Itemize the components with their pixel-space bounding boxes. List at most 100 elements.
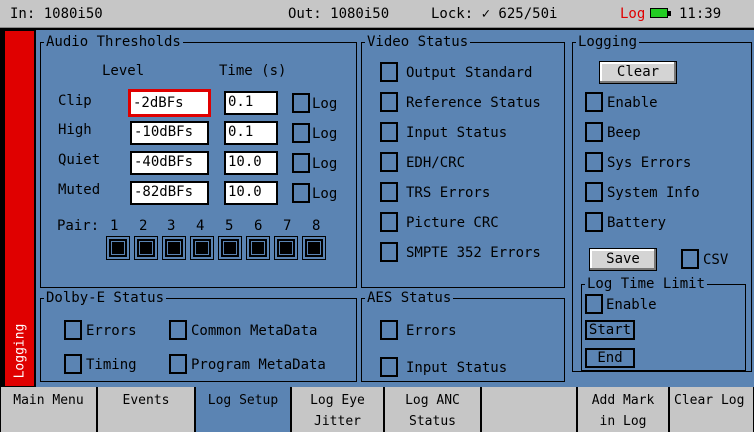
high-level-field[interactable]: -10dBFs [130,121,209,145]
smpte-352-errors-checkbox[interactable] [380,242,398,262]
quiet-time-field[interactable]: 10.0 [224,151,278,175]
sys-errors-checkbox[interactable] [585,152,603,172]
group-title: Log Time Limit [585,276,708,292]
row-label-muted: Muted [58,182,101,198]
pair-number: 1 [110,218,119,234]
save-button[interactable]: Save [589,248,657,271]
battery-icon [650,8,671,18]
checkbox-label: Errors [86,323,137,339]
high-log-checkbox[interactable] [292,123,310,143]
checkbox-label: Common MetaData [191,323,318,339]
menu-label-line2: in Log [599,414,647,429]
menu-label: Log ANC [405,393,460,408]
checkbox-label: Reference Status [406,95,541,111]
csv-checkbox[interactable] [681,249,699,269]
pair-1-select[interactable] [106,236,130,260]
muted-level-field[interactable]: -82dBFs [130,181,209,205]
checkbox-label: Input Status [406,125,508,141]
input-status-checkbox[interactable] [380,122,398,142]
clip-log-checkbox[interactable] [292,93,310,113]
bottom-menu: Main Menu Events Log Setup Log Eye Jitte… [0,387,754,432]
checkbox-label: Enable [606,297,657,313]
pair-5-select[interactable] [218,236,242,260]
lock-status: Lock: ✓ 625/50i [431,6,558,22]
menu-label-line2: Jitter [314,414,361,429]
menu-label: Events [122,393,170,408]
main-panel: Audio Thresholds Level Time (s) Clip -2d… [36,30,754,387]
menu-clear-log[interactable]: Clear Log [669,387,754,432]
checkbox-label: Errors [406,323,457,339]
pair-3-select[interactable] [162,236,186,260]
dolby-errors-checkbox[interactable] [64,320,82,340]
aes-status-group: AES Status Errors Input Status [361,290,565,382]
log-label: Log [312,156,338,172]
pair-6-select[interactable] [246,236,270,260]
checkbox-label: SMPTE 352 Errors [406,245,541,261]
muted-log-checkbox[interactable] [292,183,310,203]
high-time-field[interactable]: 0.1 [224,121,278,145]
pair-8-select[interactable] [302,236,326,260]
row-label-clip: Clip [58,93,92,109]
status-bar: In: 1080i50 Out: 1080i50 Lock: ✓ 625/50i… [0,0,754,28]
row-label-high: High [58,122,92,138]
menu-blank[interactable] [481,387,577,432]
group-title: Dolby-E Status [44,290,167,306]
common-metadata-checkbox[interactable] [169,320,187,340]
trs-errors-checkbox[interactable] [380,182,398,202]
quiet-log-checkbox[interactable] [292,153,310,173]
row-label-quiet: Quiet [58,152,101,168]
menu-label: Main Menu [13,393,84,408]
group-title: AES Status [365,290,454,306]
side-tab-logging[interactable]: Logging [4,30,35,387]
picture-crc-checkbox[interactable] [380,212,398,232]
audio-thresholds-group: Audio Thresholds Level Time (s) Clip -2d… [40,34,357,288]
checkbox-label: Enable [607,95,658,111]
clear-button[interactable]: Clear [599,61,677,84]
aes-errors-checkbox[interactable] [380,320,398,340]
pair-number: 4 [196,218,205,234]
time-limit-enable-checkbox[interactable] [585,294,603,314]
level-column-header: Level [102,63,145,79]
clip-time-field[interactable]: 0.1 [224,91,278,115]
pair-4-select[interactable] [190,236,214,260]
menu-events[interactable]: Events [97,387,195,432]
system-info-checkbox[interactable] [585,182,603,202]
quiet-level-field[interactable]: -40dBFs [130,151,209,175]
clock: 11:39 [679,6,722,22]
log-label: Log [312,96,338,112]
logging-enable-checkbox[interactable] [585,92,603,112]
pair-number: 5 [225,218,234,234]
menu-log-eye-jitter[interactable]: Log Eye Jitter [291,387,384,432]
menu-log-setup[interactable]: Log Setup [195,387,291,432]
menu-label: Log Setup [207,393,279,408]
checkbox-label: CSV [703,252,729,268]
input-standard: In: 1080i50 [10,6,103,22]
timing-checkbox[interactable] [64,354,82,374]
checkbox-label: TRS Errors [406,185,491,201]
beep-checkbox[interactable] [585,122,603,142]
edh-crc-checkbox[interactable] [380,152,398,172]
end-button[interactable]: End [585,348,635,368]
pair-2-select[interactable] [134,236,158,260]
menu-main-menu[interactable]: Main Menu [0,387,97,432]
side-tab-label: Logging [12,323,27,379]
battery-checkbox[interactable] [585,212,603,232]
aes-input-status-checkbox[interactable] [380,357,398,377]
reference-status-checkbox[interactable] [380,92,398,112]
time-column-header: Time (s) [219,63,287,79]
program-metadata-checkbox[interactable] [169,354,187,374]
menu-label: Clear Log [674,393,745,408]
output-standard-checkbox[interactable] [380,62,398,82]
pair-number: 3 [167,218,176,234]
pair-number: 7 [283,218,292,234]
muted-time-field[interactable]: 10.0 [224,181,278,205]
menu-add-mark[interactable]: Add Mark in Log [577,387,669,432]
clip-level-field[interactable]: -2dBFs [128,89,211,117]
menu-log-anc-status[interactable]: Log ANC Status [384,387,481,432]
group-title: Audio Thresholds [44,34,183,50]
checkbox-label: Input Status [406,360,508,376]
start-button[interactable]: Start [585,320,635,340]
checkbox-label: EDH/CRC [406,155,466,171]
pair-label: Pair: [57,218,100,234]
pair-7-select[interactable] [274,236,298,260]
